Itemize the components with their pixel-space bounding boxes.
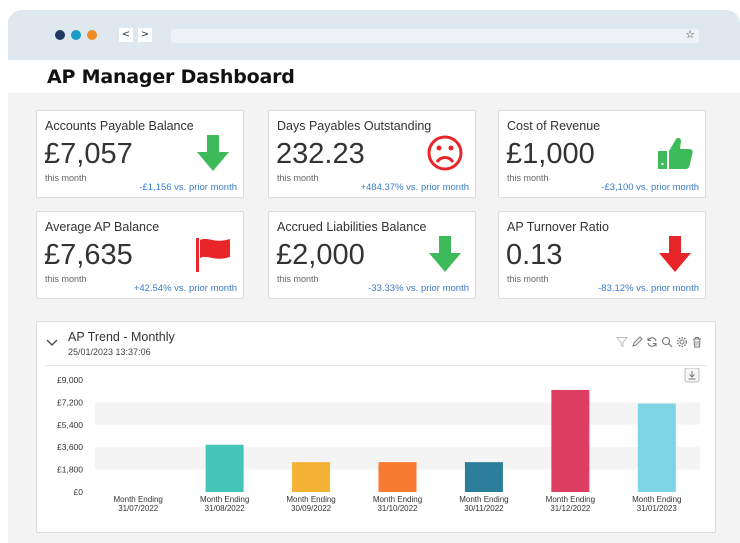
chart-bar [378, 462, 417, 492]
x-tick-label: Month Ending [114, 495, 163, 504]
chart-bar [205, 444, 244, 492]
kpi-change: -33.33% vs. prior month [368, 283, 469, 294]
arrow-down-icon [425, 234, 465, 274]
x-tick-label: 31/01/2023 [637, 504, 678, 513]
panel-divider [45, 365, 707, 366]
kpi-value: £2,000 [276, 239, 365, 271]
x-tick-label: Month Ending [546, 495, 595, 504]
kpi-change: -£3,100 vs. prior month [601, 182, 699, 193]
grid-band [95, 380, 700, 403]
x-tick-label: 31/08/2022 [205, 504, 246, 513]
kpi-title: Days Payables Outstanding [277, 119, 432, 133]
forward-button[interactable]: > [138, 28, 152, 42]
chart-bar [637, 403, 676, 492]
window-dot-icon[interactable] [55, 30, 65, 40]
grid-band [95, 402, 700, 425]
kpi-value: 232.23 [276, 138, 365, 170]
x-tick-label: 31/10/2022 [377, 504, 418, 513]
chart-bar [292, 462, 331, 492]
x-tick-label: Month Ending [373, 495, 422, 504]
x-tick-label: Month Ending [286, 495, 335, 504]
browser-toolbar: < > ☆ [8, 10, 740, 60]
x-tick-label: Month Ending [200, 495, 249, 504]
kpi-card[interactable]: Cost of Revenue £1,000 this month -£3,100 v… [498, 110, 706, 198]
window-dot-icon[interactable] [87, 30, 97, 40]
kpi-period: this month [277, 274, 319, 284]
panel-toolbar [616, 336, 703, 348]
panel-timestamp: 25/01/2023 13:37:06 [68, 347, 151, 357]
x-tick-label: Month Ending [459, 495, 508, 504]
kpi-value: £1,000 [506, 138, 595, 170]
y-tick-label: £3,600 [57, 442, 83, 452]
arrow-down-icon [655, 234, 695, 274]
x-tick-label: 30/09/2022 [291, 504, 332, 513]
kpi-card[interactable]: AP Turnover Ratio 0.13 this month -83.12% v… [498, 211, 706, 299]
kpi-card[interactable]: Average AP Balance £7,635 this month +42.54… [36, 211, 244, 299]
kpi-value: £7,057 [44, 138, 133, 170]
y-tick-label: £5,400 [57, 420, 83, 430]
chart-bar [551, 389, 590, 492]
search-icon[interactable] [661, 336, 673, 348]
kpi-change: -83.12% vs. prior month [598, 283, 699, 294]
kpi-title: AP Turnover Ratio [507, 220, 609, 234]
x-tick-label: 30/11/2022 [464, 504, 504, 513]
star-icon[interactable]: ☆ [685, 28, 695, 41]
kpi-change: -£1,156 vs. prior month [139, 182, 237, 193]
chart-bar [464, 462, 503, 492]
arrow-down-icon [193, 133, 233, 173]
window-dot-icon[interactable] [71, 30, 81, 40]
kpi-period: this month [45, 274, 87, 284]
y-tick-label: £0 [74, 487, 84, 497]
kpi-period: this month [45, 173, 87, 183]
filter-icon[interactable] [616, 336, 628, 348]
kpi-period: this month [507, 173, 549, 183]
kpi-title: Accounts Payable Balance [45, 119, 194, 133]
x-tick-label: Month Ending [632, 495, 681, 504]
download-icon[interactable] [684, 368, 700, 383]
chevron-down-icon[interactable] [46, 338, 58, 348]
grid-band [95, 424, 700, 448]
kpi-card[interactable]: Accounts Payable Balance £7,057 this month… [36, 110, 244, 198]
settings-icon[interactable] [676, 336, 688, 348]
kpi-period: this month [507, 274, 549, 284]
edit-icon[interactable] [631, 336, 643, 348]
y-tick-label: £7,200 [57, 397, 83, 407]
flag-icon [193, 234, 233, 274]
kpi-period: this month [277, 173, 319, 183]
kpi-title: Cost of Revenue [507, 119, 601, 133]
kpi-title: Average AP Balance [45, 220, 160, 234]
panel-title: AP Trend - Monthly [68, 330, 175, 344]
delete-icon[interactable] [691, 336, 703, 348]
y-tick-label: £9,000 [57, 375, 83, 385]
kpi-value: £7,635 [44, 239, 133, 271]
address-bar[interactable]: ☆ [171, 28, 699, 43]
ap-trend-panel: AP Trend - Monthly 25/01/2023 13:37:06 £… [36, 321, 716, 533]
kpi-card[interactable]: Accrued Liabilities Balance £2,000 this mo… [268, 211, 476, 299]
sad-face-icon [425, 133, 465, 173]
thumbs-up-icon [655, 133, 695, 173]
ap-trend-chart: £9,000 £7,200 £5,400 £3,600 £1,800 £0 Month En… [57, 368, 700, 513]
kpi-change: +484.37% vs. prior month [360, 182, 469, 193]
x-tick-label: 31/07/2022 [118, 504, 159, 513]
kpi-card[interactable]: Days Payables Outstanding 232.23 this mont… [268, 110, 476, 198]
page-title: AP Manager Dashboard [47, 66, 295, 88]
x-tick-label: 31/12/2022 [550, 504, 591, 513]
y-tick-label: £1,800 [57, 465, 83, 475]
kpi-value: 0.13 [506, 239, 563, 271]
kpi-title: Accrued Liabilities Balance [277, 220, 427, 234]
kpi-change: +42.54% vs. prior month [133, 283, 237, 294]
refresh-icon[interactable] [646, 336, 658, 348]
back-button[interactable]: < [119, 28, 133, 42]
